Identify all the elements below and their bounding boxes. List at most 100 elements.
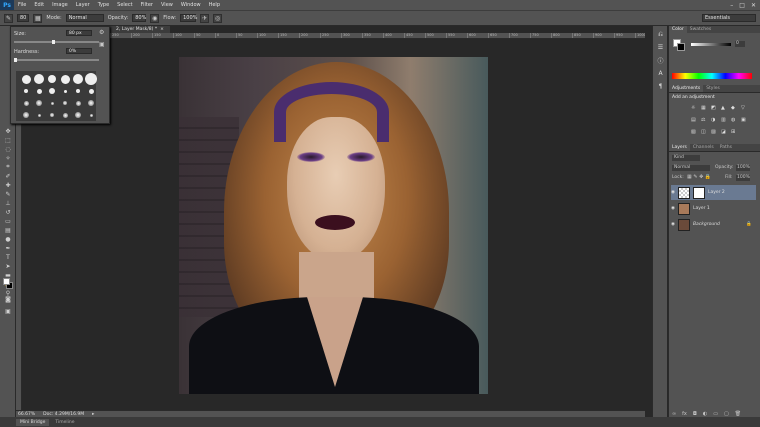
adjustment-icon[interactable]: ◫ — [701, 129, 708, 136]
size-slider[interactable] — [14, 41, 99, 43]
type-tool-icon[interactable]: T — [2, 253, 14, 261]
hardness-slider-thumb[interactable] — [14, 58, 17, 62]
fill-field[interactable]: 100% — [736, 175, 750, 181]
brush-preset[interactable] — [24, 89, 28, 93]
quick-mask-icon[interactable]: ◙ — [2, 295, 14, 303]
layer-opacity-field[interactable]: 100% — [736, 165, 750, 171]
blend-mode-select[interactable]: Normal — [672, 165, 710, 171]
adjustment-icon[interactable]: ◆ — [731, 105, 738, 112]
menu-file[interactable]: File — [14, 2, 30, 8]
pressure-opacity-icon[interactable]: ◉ — [150, 13, 160, 23]
move-tool-icon[interactable]: ✥ — [2, 127, 14, 135]
eraser-tool-icon[interactable]: ▭ — [2, 217, 14, 225]
close-icon[interactable]: ✕ — [751, 2, 756, 9]
layer-mask-thumbnail[interactable] — [692, 186, 705, 199]
brush-preset[interactable] — [62, 112, 68, 118]
brush-presets-grid[interactable] — [16, 71, 97, 121]
brush-preset[interactable] — [73, 74, 83, 84]
adjustment-icon[interactable]: ▤ — [691, 117, 698, 124]
airbrush-icon[interactable]: ✈ — [200, 13, 210, 23]
brush-tool-icon[interactable]: ✎ — [4, 13, 13, 23]
brush-preset[interactable] — [88, 88, 94, 94]
layer-filter-kind[interactable]: Kind — [672, 155, 700, 161]
path-select-tool-icon[interactable]: ➤ — [2, 262, 14, 270]
menu-edit[interactable]: Edit — [30, 2, 48, 8]
opacity-field[interactable]: 80% — [132, 14, 146, 22]
brush-preset[interactable] — [34, 74, 44, 84]
color-bg-swatch[interactable] — [677, 43, 685, 51]
brush-preset[interactable] — [50, 101, 54, 105]
layer-row[interactable]: ◉ Layer 2 — [671, 185, 756, 200]
mode-select[interactable]: Normal — [65, 14, 104, 22]
brush-preset[interactable] — [60, 74, 70, 84]
dodge-tool-icon[interactable]: ● — [2, 235, 14, 243]
brush-preset[interactable] — [75, 112, 81, 118]
menu-filter[interactable]: Filter — [137, 2, 157, 8]
brush-preset[interactable] — [49, 88, 55, 94]
new-layer-icon[interactable]: ▢ — [724, 411, 729, 417]
adjustment-icon[interactable]: ◩ — [711, 105, 718, 112]
menu-help[interactable]: Help — [205, 2, 224, 8]
tab-mini-bridge[interactable]: Mini Bridge — [16, 418, 50, 426]
adjustment-icon[interactable]: ⊞ — [731, 129, 738, 136]
zoom-level[interactable]: 66.67% — [18, 412, 35, 417]
brush-preset[interactable] — [23, 112, 29, 118]
brush-preset[interactable] — [21, 74, 31, 84]
k-value[interactable]: 0 — [735, 41, 745, 47]
properties-icon[interactable]: ☰ — [656, 43, 665, 52]
brush-preset[interactable] — [63, 89, 67, 93]
tab-swatches[interactable]: Swatches — [687, 27, 715, 32]
brush-preset[interactable] — [50, 113, 54, 117]
brush-preset[interactable] — [37, 113, 41, 117]
quick-select-tool-icon[interactable]: ✧ — [2, 154, 14, 162]
maximize-icon[interactable]: □ — [739, 2, 745, 9]
history-brush-icon[interactable]: ↺ — [2, 208, 14, 216]
fx-icon[interactable]: fx — [682, 411, 687, 417]
layer-row[interactable]: ◉ Layer 1 — [671, 201, 756, 216]
k-slider[interactable] — [691, 43, 731, 46]
document-image[interactable] — [179, 57, 488, 394]
tab-channels[interactable]: Channels — [690, 145, 717, 150]
tab-timeline[interactable]: Timeline — [51, 419, 78, 426]
size-field[interactable]: 80 px — [66, 30, 92, 36]
info-icon[interactable]: ⓘ — [656, 56, 665, 65]
healing-tool-icon[interactable]: ✚ — [2, 181, 14, 189]
color-spectrum[interactable] — [672, 73, 752, 79]
menu-select[interactable]: Select — [113, 2, 136, 8]
foreground-color-swatch[interactable] — [3, 278, 10, 285]
history-icon[interactable]: ⎌ — [656, 30, 665, 39]
adjustment-icon[interactable]: ☼ — [691, 105, 698, 112]
pressure-size-icon[interactable]: ◎ — [213, 13, 223, 23]
visibility-eye-icon[interactable]: ◉ — [671, 206, 675, 211]
visibility-eye-icon[interactable]: ◉ — [671, 222, 675, 227]
brush-preset[interactable] — [89, 113, 93, 117]
adjustment-icon[interactable]: ▲ — [721, 105, 728, 112]
menu-image[interactable]: Image — [48, 2, 72, 8]
status-arrow-icon[interactable]: ▸ — [92, 412, 94, 417]
marquee-tool-icon[interactable]: ⬚ — [2, 136, 14, 144]
brush-preset[interactable] — [23, 100, 29, 106]
tab-layers[interactable]: Layers — [669, 144, 690, 151]
brush-tool-icon[interactable]: ✎ — [2, 190, 14, 198]
layer-name[interactable]: Layer 2 — [708, 190, 725, 195]
flow-field[interactable]: 100% — [180, 14, 197, 22]
layer-name[interactable]: Layer 1 — [693, 206, 710, 211]
tab-adjustments[interactable]: Adjustments — [669, 85, 704, 92]
stamp-tool-icon[interactable]: ⊥ — [2, 199, 14, 207]
close-document-icon[interactable]: × — [160, 27, 164, 32]
layer-name[interactable]: Background — [693, 222, 720, 227]
adjustment-icon[interactable]: ▽ — [741, 105, 748, 112]
menu-window[interactable]: Window — [177, 2, 205, 8]
crop-tool-icon[interactable]: ⌗ — [2, 163, 14, 171]
menu-layer[interactable]: Layer — [72, 2, 94, 8]
brush-preset[interactable] — [75, 100, 81, 106]
visibility-eye-icon[interactable]: ◉ — [671, 190, 675, 195]
brush-preset[interactable] — [63, 101, 67, 105]
link-icon[interactable]: ∞ — [672, 411, 676, 417]
menu-view[interactable]: View — [157, 2, 177, 8]
hardness-slider[interactable] — [14, 59, 99, 61]
adjustment-icon[interactable]: ◑ — [711, 117, 718, 124]
eyedropper-tool-icon[interactable]: ✐ — [2, 172, 14, 180]
pen-tool-icon[interactable]: ✒ — [2, 244, 14, 252]
adjustment-icon[interactable]: ⚖ — [701, 117, 708, 124]
